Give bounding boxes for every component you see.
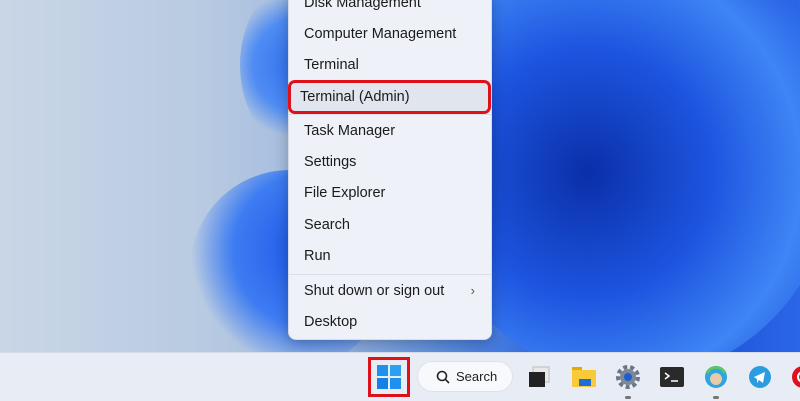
- app-icon: [791, 365, 800, 389]
- running-indicator: [713, 396, 719, 399]
- search-icon: [436, 370, 450, 384]
- telegram-icon: [748, 365, 772, 389]
- menu-separator: [289, 274, 491, 275]
- terminal-button[interactable]: [655, 361, 689, 393]
- chevron-right-icon: ›: [471, 277, 475, 305]
- running-indicator: [625, 396, 631, 399]
- menu-item-shut-down[interactable]: Shut down or sign out ›: [295, 277, 485, 305]
- windows-logo-icon: [377, 365, 401, 389]
- menu-item-file-explorer[interactable]: File Explorer: [295, 179, 485, 207]
- telegram-button[interactable]: [743, 361, 777, 393]
- menu-item-settings[interactable]: Settings: [295, 148, 485, 176]
- menu-item-label: Shut down or sign out: [304, 283, 444, 299]
- start-button[interactable]: [371, 360, 407, 394]
- menu-separator: [289, 114, 491, 115]
- quick-link-menu: Disk Management Computer Management Term…: [288, 0, 492, 340]
- menu-item-terminal[interactable]: Terminal: [295, 51, 485, 79]
- edge-icon: [704, 365, 728, 389]
- menu-item-search[interactable]: Search: [295, 211, 485, 239]
- gear-icon: [616, 365, 640, 389]
- menu-item-computer-management[interactable]: Computer Management: [295, 20, 485, 48]
- menu-item-terminal-admin[interactable]: Terminal (Admin): [291, 83, 488, 111]
- taskbar-search[interactable]: Search: [417, 361, 513, 392]
- edge-button[interactable]: [699, 361, 733, 393]
- task-view-icon: [527, 366, 551, 388]
- app-button[interactable]: [786, 361, 800, 393]
- menu-item-disk-management[interactable]: Disk Management: [295, 0, 485, 17]
- terminal-icon: [660, 367, 684, 387]
- file-explorer-button[interactable]: [567, 361, 601, 393]
- taskbar: Search: [0, 352, 800, 401]
- menu-item-run[interactable]: Run: [295, 242, 485, 270]
- menu-item-task-manager[interactable]: Task Manager: [295, 117, 485, 145]
- folder-icon: [571, 366, 597, 388]
- menu-item-desktop[interactable]: Desktop: [295, 308, 485, 336]
- task-view-button[interactable]: [522, 361, 556, 393]
- settings-button[interactable]: [611, 361, 645, 393]
- search-label: Search: [456, 369, 497, 384]
